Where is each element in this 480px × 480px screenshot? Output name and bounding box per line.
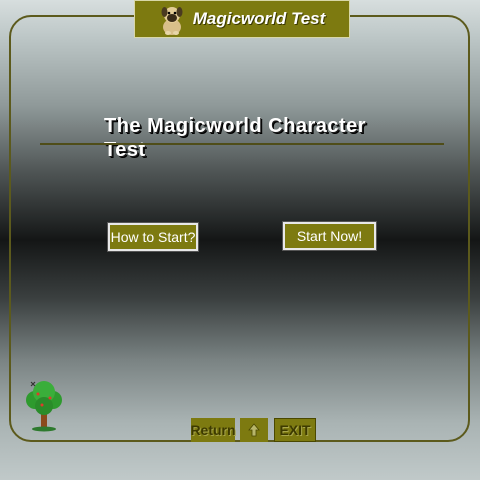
app-title: Magicworld Test (192, 9, 326, 28)
tree-icon (26, 381, 62, 432)
up-arrow-button[interactable] (240, 418, 268, 442)
title-banner: Magicworld Test (134, 0, 350, 38)
title-divider (40, 143, 444, 145)
dog-icon (161, 7, 183, 35)
return-button[interactable]: Return (190, 418, 236, 442)
up-arrow-icon (248, 423, 260, 437)
page-title: The Magicworld Character Test (104, 115, 367, 161)
content-frame (9, 15, 470, 442)
exit-button[interactable]: EXIT (274, 418, 316, 442)
how-to-start-button[interactable]: How to Start? (107, 222, 199, 252)
start-now-button[interactable]: Start Now! (282, 221, 377, 251)
